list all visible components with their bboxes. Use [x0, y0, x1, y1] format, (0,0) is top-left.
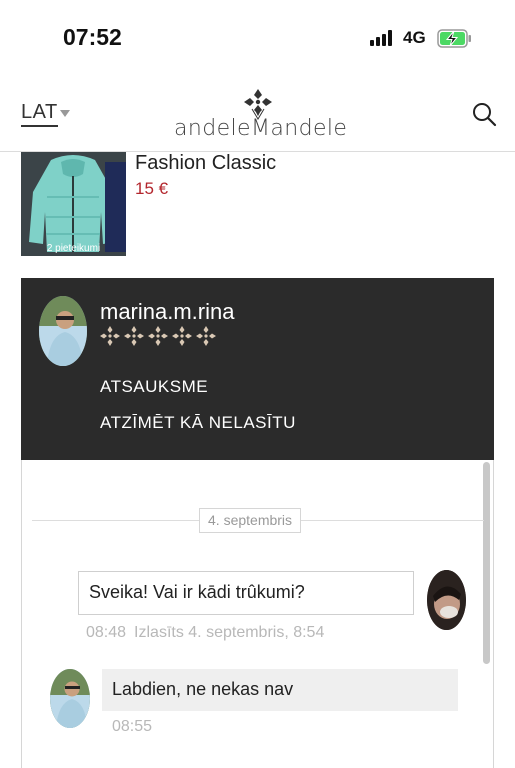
read-status: Izlasīts 4. septembris, 8:54 — [134, 624, 325, 641]
language-selector[interactable]: LAT — [21, 101, 58, 127]
product-title[interactable]: Fashion Classic — [135, 152, 276, 175]
rating-star-icon — [100, 326, 120, 346]
avatar[interactable] — [39, 296, 87, 366]
message-time: 08:55 — [112, 718, 153, 735]
rating-stars — [100, 326, 216, 346]
avatar[interactable] — [50, 669, 90, 728]
avatar-photo — [427, 570, 466, 630]
rating-star-icon — [124, 326, 144, 346]
date-separator: 4. septembris — [199, 508, 302, 533]
message-outgoing: Sveika! Vai ir kādi trûkumi? — [78, 571, 414, 615]
offers-count: 2 pieteikumi — [46, 243, 101, 254]
rating-star-icon — [148, 326, 168, 346]
status-bar: 07:52 4G — [0, 0, 515, 78]
network-type: 4G — [403, 28, 426, 47]
chat-thread[interactable]: 4. septembris Sveika! Vai ir kādi trûkum… — [21, 460, 494, 768]
product-price: 15 € — [135, 179, 169, 198]
site-header: LAT andeleMandele — [0, 78, 515, 152]
avatar-photo — [50, 669, 90, 728]
review-link[interactable]: ATSAUKSME — [100, 377, 208, 397]
search-icon[interactable] — [470, 100, 498, 128]
rating-star-icon — [196, 326, 216, 346]
signal-bars-icon — [370, 30, 396, 46]
rating-star-icon — [172, 326, 192, 346]
coat-photo — [21, 152, 126, 256]
avatar[interactable] — [427, 570, 466, 630]
avatar-photo — [39, 296, 87, 366]
status-time: 07:52 — [63, 24, 122, 50]
mark-unread-link[interactable]: ATZĪMĒT KĀ NELASĪTU — [100, 413, 296, 433]
message-incoming: Labdien, ne nekas nav — [102, 669, 458, 711]
chevron-down-icon[interactable] — [60, 110, 70, 117]
battery-charging-icon — [437, 29, 471, 48]
product-thumbnail[interactable]: 2 pieteikumi — [21, 152, 126, 256]
logo-text: andeleMandele — [174, 116, 348, 141]
scrollbar[interactable] — [483, 462, 490, 664]
site-logo[interactable]: andeleMandele — [174, 88, 348, 148]
user-panel: marina.m.rina ATSAUKSME ATZĪMĒT KĀ NELAS… — [21, 278, 494, 460]
username[interactable]: marina.m.rina — [100, 299, 234, 325]
message-meta: 08:48 Izlasīts 4. septembris, 8:54 — [86, 624, 324, 642]
message-time: 08:48 — [86, 624, 127, 641]
